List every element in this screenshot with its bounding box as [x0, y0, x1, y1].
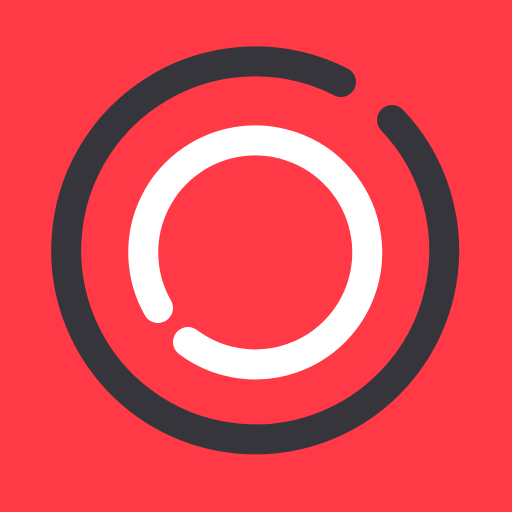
app-logo-svg: [0, 0, 512, 512]
app-logo-icon: [0, 0, 512, 512]
